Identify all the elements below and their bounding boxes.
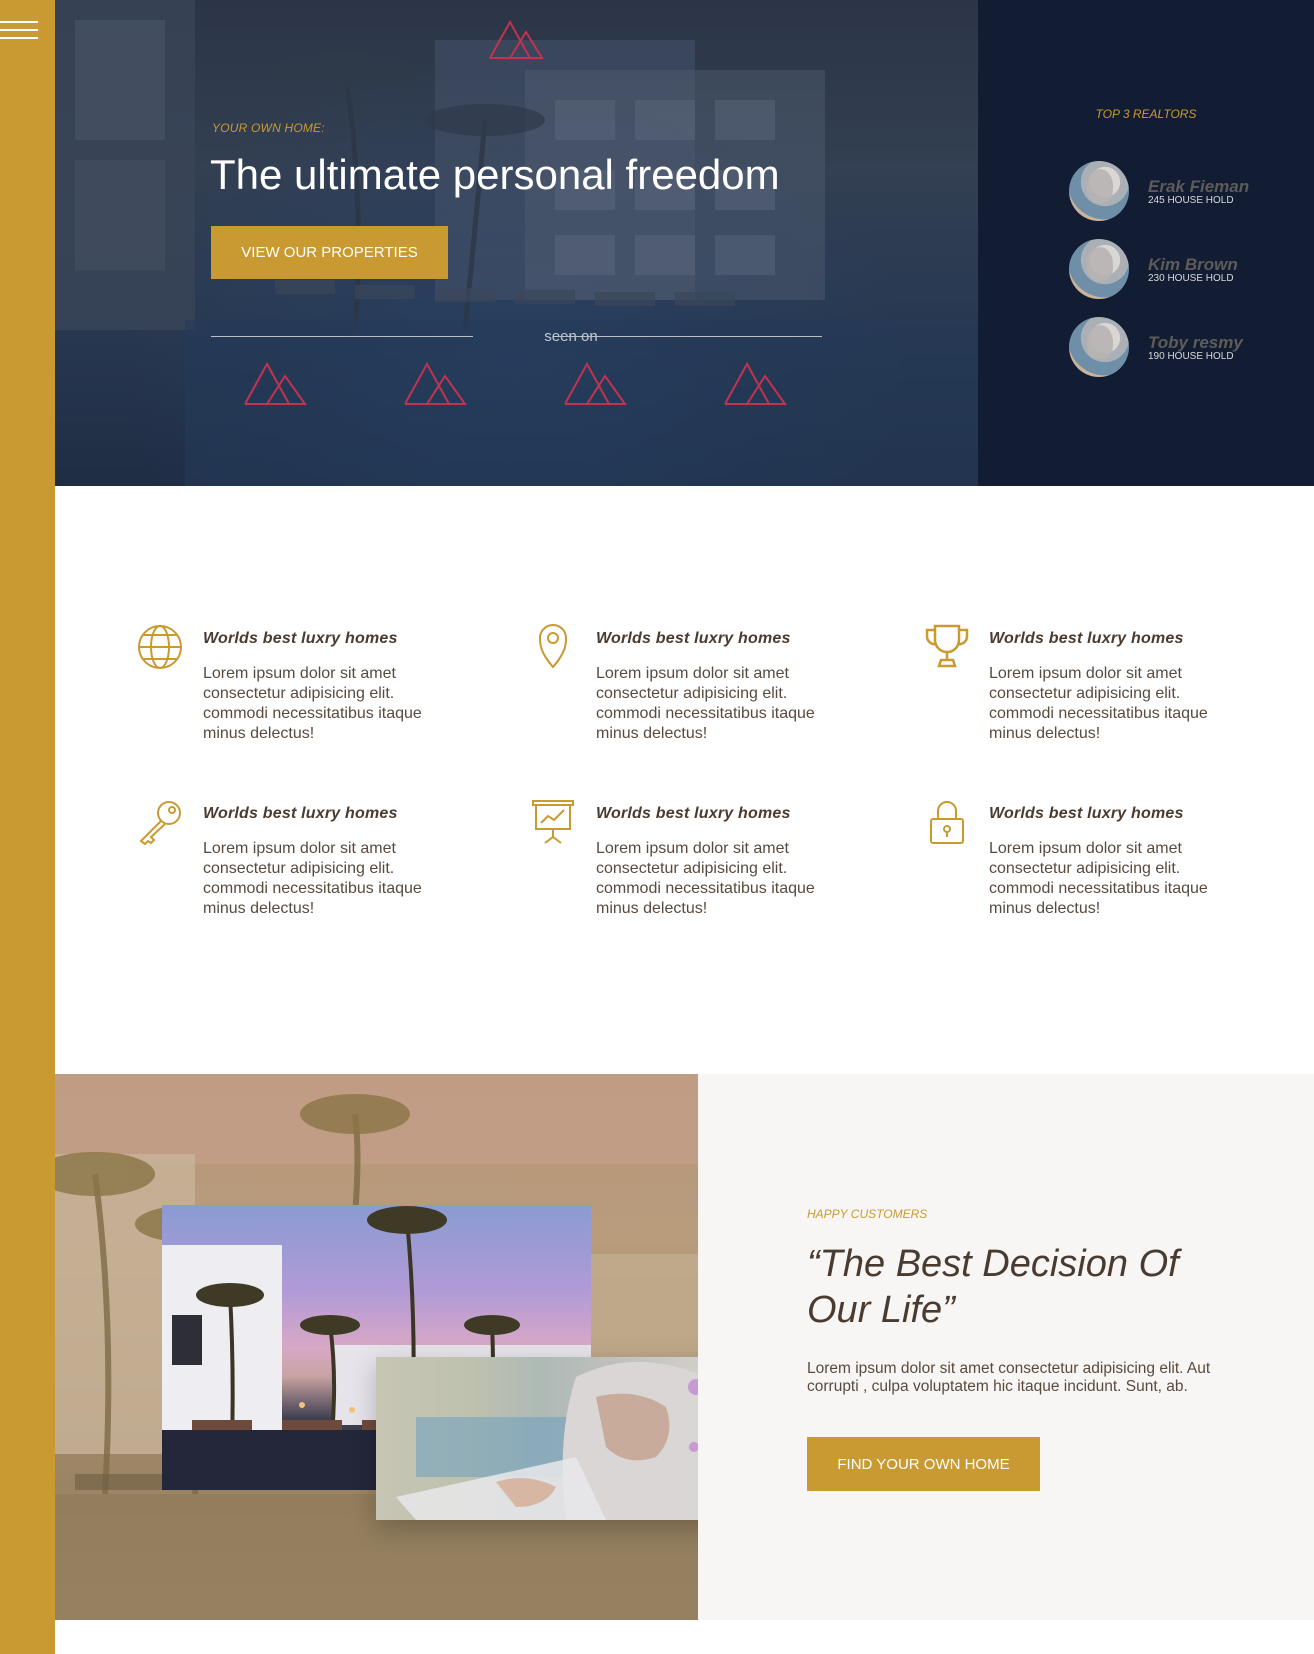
realtor-households: 245 HOUSE HOLD: [1148, 195, 1234, 206]
sidebar: [0, 0, 55, 1654]
hero-title: The ultimate personal freedom: [210, 151, 780, 198]
avatar: [1069, 239, 1129, 299]
hamburger-icon[interactable]: [0, 21, 38, 41]
mountain-logo-icon: [244, 361, 307, 405]
feature-title: Worlds best luxry homes: [989, 805, 1184, 822]
feature-text: Lorem ipsum dolor sit amet consectetur a…: [203, 840, 422, 917]
realtor-item[interactable]: Erak Fieman 245 HOUSE HOLD: [1069, 161, 1309, 223]
hero-eyebrow: YOUR OWN HOME:: [212, 121, 325, 135]
feature-text: Lorem ipsum dolor sit amet consectetur a…: [989, 665, 1208, 742]
key-icon: [139, 801, 181, 846]
map-pin-icon: [538, 624, 568, 669]
realtor-households: 230 HOUSE HOLD: [1148, 273, 1234, 284]
realtors-title: TOP 3 REALTORS: [1095, 107, 1197, 121]
trophy-icon: [925, 624, 969, 668]
mountain-logo-icon: [724, 361, 787, 405]
testimonial-eyebrow: HAPPY CUSTOMERS: [807, 1207, 928, 1221]
mountain-logo-icon: [564, 361, 627, 405]
find-home-button[interactable]: FIND YOUR OWN HOME: [807, 1437, 1040, 1491]
mountain-logo-icon[interactable]: [488, 18, 548, 60]
avatar: [1069, 161, 1129, 221]
divider-right: [559, 336, 822, 337]
testimonial-quote: “The Best Decision Of Our Life”: [807, 1243, 1179, 1331]
feature-text: Lorem ipsum dolor sit amet consectetur a…: [596, 840, 815, 917]
page: YOUR OWN HOME: The ultimate personal fre…: [0, 0, 1314, 1654]
realtor-households: 190 HOUSE HOLD: [1148, 351, 1234, 362]
globe-icon: [138, 625, 182, 669]
feature-title: Worlds best luxry homes: [596, 805, 791, 822]
realtor-name: Kim Brown: [1148, 255, 1238, 274]
feature-text: Lorem ipsum dolor sit amet consectetur a…: [596, 665, 815, 742]
divider-left: [211, 336, 473, 337]
feature-title: Worlds best luxry homes: [203, 805, 398, 822]
feature-item: Worlds best luxry homes Lorem ipsum dolo…: [530, 622, 890, 752]
realtor-name: Erak Fieman: [1148, 177, 1250, 196]
feature-title: Worlds best luxry homes: [989, 630, 1184, 647]
realtor-name: Toby resmy: [1148, 333, 1243, 352]
padlock-icon: [930, 801, 964, 844]
hero-background-image: [55, 0, 978, 486]
feature-item: Worlds best luxry homes Lorem ipsum dolo…: [923, 622, 1283, 752]
feature-text: Lorem ipsum dolor sit amet consectetur a…: [989, 840, 1208, 917]
feature-item: Worlds best luxry homes Lorem ipsum dolo…: [923, 797, 1283, 927]
hero-section: YOUR OWN HOME: The ultimate personal fre…: [55, 0, 978, 486]
feature-title: Worlds best luxry homes: [203, 630, 398, 647]
realtor-item[interactable]: Toby resmy 190 HOUSE HOLD: [1069, 317, 1309, 379]
feature-item: Worlds best luxry homes Lorem ipsum dolo…: [137, 622, 497, 752]
view-properties-button[interactable]: VIEW OUR PROPERTIES: [211, 226, 448, 279]
presentation-chart-icon: [532, 800, 574, 844]
woman-laptop-photo: [376, 1357, 746, 1520]
top-realtors-panel: TOP 3 REALTORS Erak Fieman 245 HOUSE HOL…: [978, 0, 1314, 486]
realtor-item[interactable]: Kim Brown 230 HOUSE HOLD: [1069, 239, 1309, 301]
feature-item: Worlds best luxry homes Lorem ipsum dolo…: [530, 797, 890, 927]
testimonial-text: Lorem ipsum dolor sit amet consectetur a…: [807, 1360, 1211, 1395]
testimonial-section: HAPPY CUSTOMERS “The Best Decision Of Ou…: [698, 1074, 1314, 1620]
feature-text: Lorem ipsum dolor sit amet consectetur a…: [203, 665, 422, 742]
feature-title: Worlds best luxry homes: [596, 630, 791, 647]
avatar: [1069, 317, 1129, 377]
feature-item: Worlds best luxry homes Lorem ipsum dolo…: [137, 797, 497, 927]
mountain-logo-icon: [404, 361, 467, 405]
